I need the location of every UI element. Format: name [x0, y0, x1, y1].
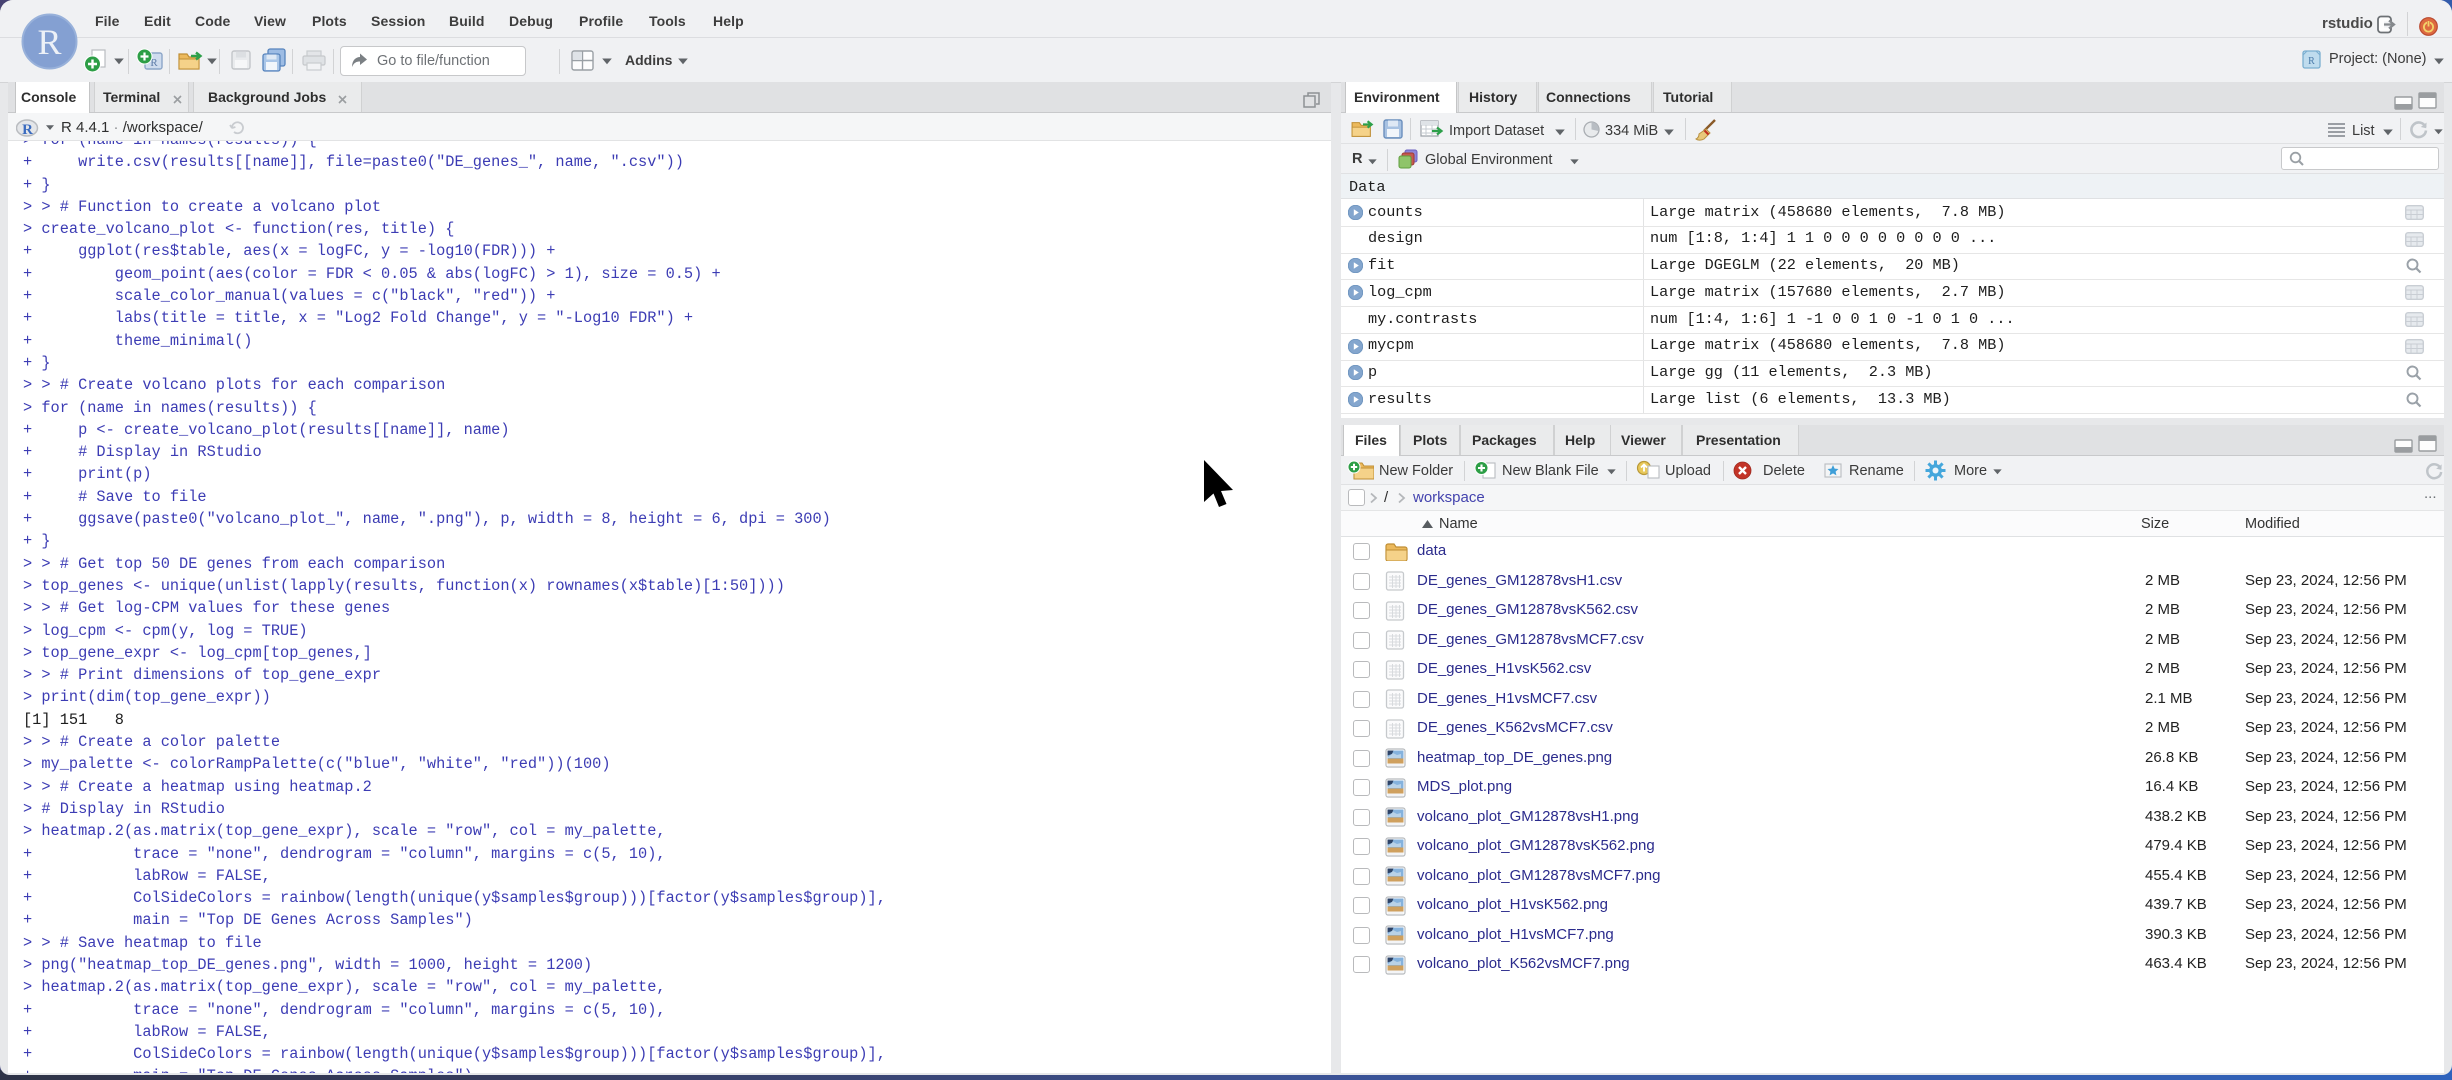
svg-text:R: R	[37, 22, 61, 62]
svg-text:R: R	[22, 122, 33, 137]
svg-text:R: R	[2308, 56, 2315, 67]
